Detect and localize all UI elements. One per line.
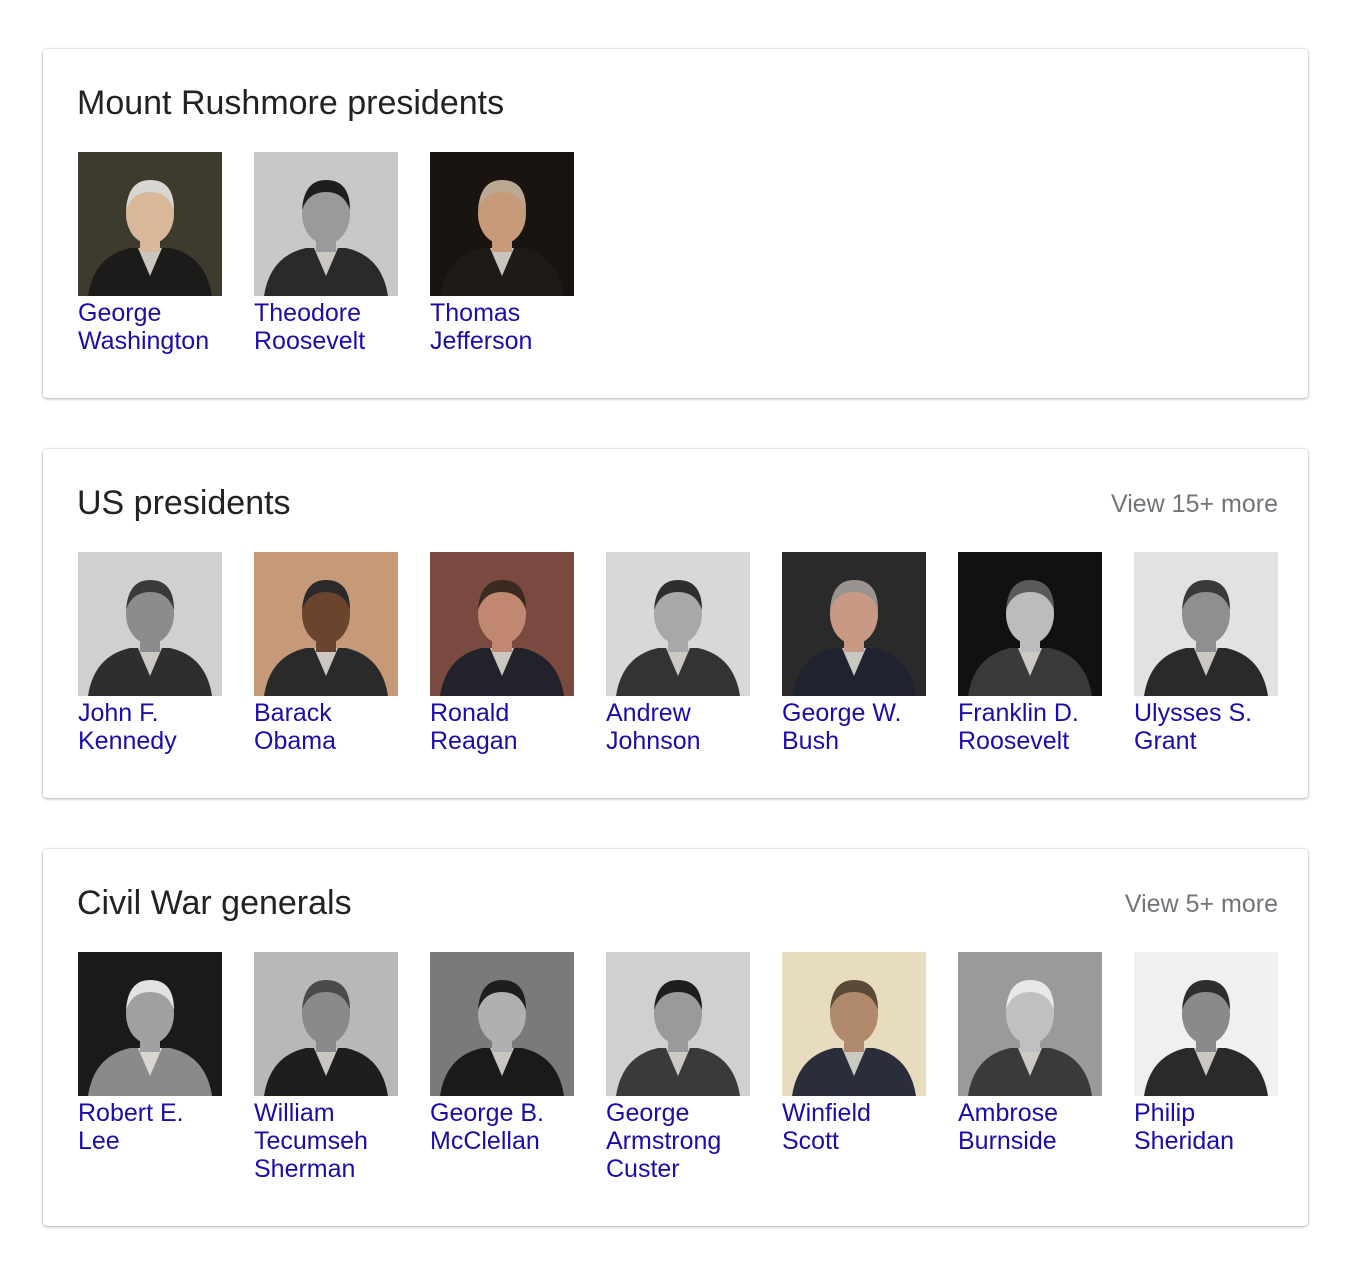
portrait-image[interactable] xyxy=(606,952,750,1096)
card-mount-rushmore-presidents: Mount Rushmore presidents George Washing… xyxy=(43,49,1308,398)
portrait-image[interactable] xyxy=(254,152,398,296)
person-item-george-b-mcclellan[interactable]: George B. McClellan xyxy=(430,952,574,1183)
person-name-link[interactable]: Winfield Scott xyxy=(782,1099,926,1155)
portrait-image[interactable] xyxy=(254,952,398,1096)
person-name-link[interactable]: Barack Obama xyxy=(254,699,398,755)
person-name-link[interactable]: William Tecumseh Sherman xyxy=(254,1099,398,1183)
portrait-image[interactable] xyxy=(1134,552,1278,696)
view-more-link[interactable]: View 15+ more xyxy=(1111,489,1278,519)
portrait-image[interactable] xyxy=(254,552,398,696)
portrait-image[interactable] xyxy=(782,952,926,1096)
person-item-ambrose-burnside[interactable]: Ambrose Burnside xyxy=(958,952,1102,1183)
card-title: Mount Rushmore presidents xyxy=(77,84,505,122)
person-name-link[interactable]: Theodore Roosevelt xyxy=(254,299,398,355)
item-row: John F. Kennedy Barack Obama Ronald Reagan… xyxy=(78,552,1278,755)
portrait-image[interactable] xyxy=(430,552,574,696)
person-name-link[interactable]: George Armstrong Custer xyxy=(606,1099,750,1183)
person-name-link[interactable]: Philip Sheridan xyxy=(1134,1099,1278,1155)
portrait-image[interactable] xyxy=(782,552,926,696)
card-title: US presidents xyxy=(77,484,291,522)
person-name-link[interactable]: John F. Kennedy xyxy=(78,699,222,755)
person-item-george-w-bush[interactable]: George W. Bush xyxy=(782,552,926,755)
person-name-link[interactable]: Thomas Jefferson xyxy=(430,299,574,355)
person-item-george-armstrong-custer[interactable]: George Armstrong Custer xyxy=(606,952,750,1183)
portrait-image[interactable] xyxy=(78,552,222,696)
portrait-image[interactable] xyxy=(958,552,1102,696)
person-name-link[interactable]: Robert E. Lee xyxy=(78,1099,222,1155)
person-item-robert-e-lee[interactable]: Robert E. Lee xyxy=(78,952,222,1183)
portrait-image[interactable] xyxy=(430,952,574,1096)
person-name-link[interactable]: George B. McClellan xyxy=(430,1099,574,1155)
card-us-presidents: US presidents View 15+ more John F. Kenn… xyxy=(43,449,1308,798)
person-item-john-f-kennedy[interactable]: John F. Kennedy xyxy=(78,552,222,755)
person-item-franklin-d-roosevelt[interactable]: Franklin D. Roosevelt xyxy=(958,552,1102,755)
person-name-link[interactable]: Ambrose Burnside xyxy=(958,1099,1102,1155)
portrait-image[interactable] xyxy=(606,552,750,696)
portrait-image[interactable] xyxy=(958,952,1102,1096)
person-name-link[interactable]: Ronald Reagan xyxy=(430,699,574,755)
portrait-image[interactable] xyxy=(1134,952,1278,1096)
person-item-thomas-jefferson[interactable]: Thomas Jefferson xyxy=(430,152,574,355)
person-item-winfield-scott[interactable]: Winfield Scott xyxy=(782,952,926,1183)
card-civil-war-generals: Civil War generals View 5+ more Robert E… xyxy=(43,849,1308,1226)
person-item-theodore-roosevelt[interactable]: Theodore Roosevelt xyxy=(254,152,398,355)
person-name-link[interactable]: Franklin D. Roosevelt xyxy=(958,699,1102,755)
person-name-link[interactable]: George W. Bush xyxy=(782,699,926,755)
person-name-link[interactable]: Andrew Johnson xyxy=(606,699,750,755)
person-item-philip-sheridan[interactable]: Philip Sheridan xyxy=(1134,952,1278,1183)
person-item-george-washington[interactable]: George Washington xyxy=(78,152,222,355)
item-row: George Washington Theodore Roosevelt Thoma… xyxy=(78,152,1278,355)
item-row: Robert E. Lee William Tecumseh Sherman Geo… xyxy=(78,952,1278,1183)
portrait-image[interactable] xyxy=(78,952,222,1096)
person-item-william-tecumseh-sherman[interactable]: William Tecumseh Sherman xyxy=(254,952,398,1183)
person-item-ulysses-s-grant[interactable]: Ulysses S. Grant xyxy=(1134,552,1278,755)
portrait-image[interactable] xyxy=(78,152,222,296)
person-item-andrew-johnson[interactable]: Andrew Johnson xyxy=(606,552,750,755)
person-name-link[interactable]: Ulysses S. Grant xyxy=(1134,699,1278,755)
view-more-link[interactable]: View 5+ more xyxy=(1125,889,1278,919)
portrait-image[interactable] xyxy=(430,152,574,296)
person-item-barack-obama[interactable]: Barack Obama xyxy=(254,552,398,755)
person-name-link[interactable]: George Washington xyxy=(78,299,222,355)
card-title: Civil War generals xyxy=(77,884,352,922)
person-item-ronald-reagan[interactable]: Ronald Reagan xyxy=(430,552,574,755)
